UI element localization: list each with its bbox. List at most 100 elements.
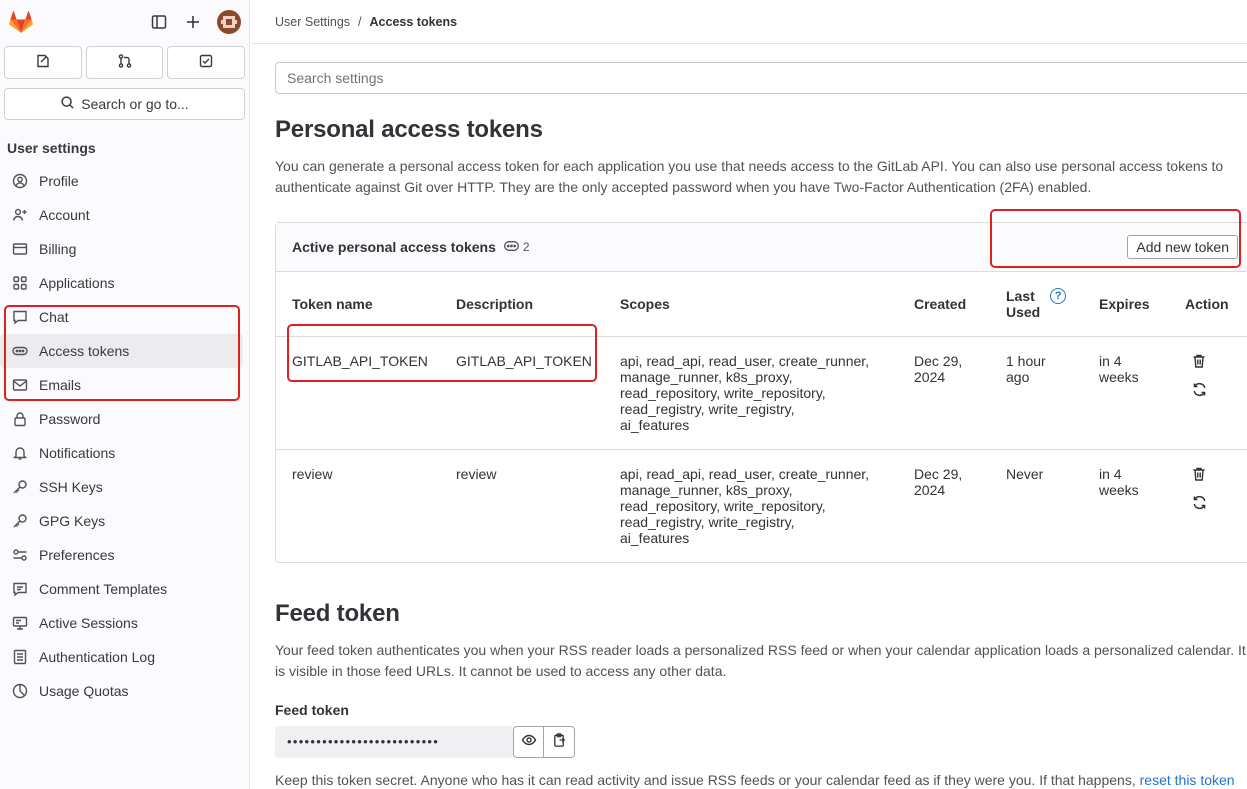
column-header-created[interactable]: Created (898, 272, 990, 337)
sidebar-item-gpg-keys[interactable]: GPG Keys (0, 504, 243, 538)
search-icon (60, 95, 75, 113)
breadcrumb-separator: / (358, 14, 362, 29)
todos-button[interactable] (167, 46, 246, 79)
created-line: 2024 (914, 368, 946, 385)
table-header-row: Token name Description Scopes Created La… (276, 272, 1247, 337)
column-header-expires[interactable]: Expires (1083, 272, 1169, 337)
column-header-token-name[interactable]: Token name (276, 272, 440, 337)
active-tokens-card: Active personal access tokens 2 Add new … (275, 222, 1247, 563)
expires-line: in 4 (1099, 465, 1122, 482)
active-tokens-header: Active personal access tokens 2 Add new … (276, 223, 1247, 272)
token-expires-cell: in 4 weeks (1083, 336, 1169, 450)
token-count-badge: 2 (503, 240, 530, 254)
sidebar-item-applications[interactable]: Applications (0, 266, 243, 300)
rotate-token-button[interactable] (1191, 494, 1247, 514)
sidebar: Search or go to... User settings Profile… (0, 0, 250, 789)
token-description-cell: review (456, 465, 497, 482)
feed-token-description: Your feed token authenticates you when y… (275, 641, 1246, 679)
scopes-line: api, read_api, read_user, create_runner, (620, 465, 870, 482)
sidebar-item-label: Notifications (39, 445, 116, 461)
expires-line: weeks (1099, 368, 1139, 385)
sidebar-item-password[interactable]: Password (0, 402, 243, 436)
applications-icon (11, 275, 28, 292)
sidebar-item-label: Authentication Log (39, 649, 155, 665)
revoke-token-button[interactable] (1191, 466, 1247, 485)
expires-line: in 4 (1099, 352, 1122, 369)
sidebar-item-label: Usage Quotas (39, 683, 129, 699)
issues-button[interactable] (4, 46, 82, 79)
help-icon[interactable]: ? (1050, 287, 1067, 304)
token-count: 2 (522, 240, 530, 254)
sidebar-item-account[interactable]: Account (0, 198, 243, 232)
breadcrumb-current: Access tokens (369, 14, 458, 29)
sidebar-item-label: Access tokens (39, 343, 130, 359)
profile-icon (11, 173, 28, 190)
breadcrumb-user-settings-link[interactable]: User Settings (275, 15, 350, 29)
scopes-line: api, read_api, read_user, create_runner, (620, 352, 870, 369)
retry-icon (1193, 382, 1206, 396)
plus-icon[interactable] (183, 12, 203, 32)
sidebar-toggle-icon[interactable] (149, 12, 169, 32)
avatar[interactable] (217, 10, 241, 34)
copy-token-button[interactable] (544, 725, 575, 758)
gitlab-logo-icon[interactable] (8, 9, 34, 35)
pat-description: You can generate a personal access token… (275, 158, 1224, 195)
sidebar-item-label: Active Sessions (39, 615, 138, 631)
column-header-scopes[interactable]: Scopes (604, 272, 898, 337)
reveal-token-button[interactable] (513, 725, 544, 758)
token-icon (11, 343, 28, 360)
trash-icon (1193, 354, 1205, 368)
billing-icon (11, 241, 28, 258)
token-last-used-cell: 1 hour ago (990, 336, 1083, 450)
column-header-action: Action (1169, 272, 1247, 337)
column-header-description[interactable]: Description (440, 272, 604, 337)
issues-icon (35, 53, 51, 72)
token-description-cell: GITLAB_API_TOKEN (440, 336, 604, 450)
todo-icon (198, 53, 214, 72)
table-row: GITLAB_API_TOKEN GITLAB_API_TOKEN api, r… (276, 336, 1247, 450)
token-last-used-cell: Never (990, 449, 1083, 562)
sidebar-item-label: Billing (39, 241, 77, 257)
sidebar-heading: User settings (7, 140, 96, 156)
sidebar-item-access-tokens[interactable]: Access tokens (0, 334, 243, 368)
copy-icon (552, 732, 567, 751)
created-line: Dec 29, (914, 352, 963, 369)
sidebar-item-active-sessions[interactable]: Active Sessions (0, 606, 243, 640)
sidebar-item-profile[interactable]: Profile (0, 164, 243, 198)
token-action-cell (1169, 336, 1247, 450)
feed-token-title: Feed token (275, 599, 400, 627)
sidebar-top-bar (0, 0, 249, 44)
last-used-line: 1 hour (1006, 352, 1046, 369)
search-settings-input[interactable]: Search settings (275, 62, 1247, 94)
merge-requests-button[interactable] (85, 46, 164, 79)
account-icon (11, 207, 28, 224)
reset-token-link[interactable]: reset this token (1140, 772, 1235, 788)
sidebar-item-chat[interactable]: Chat (0, 300, 243, 334)
created-line: Dec 29, (914, 465, 963, 482)
sidebar-item-billing[interactable]: Billing (0, 232, 243, 266)
preferences-icon (11, 547, 28, 564)
sidebar-item-comment-templates[interactable]: Comment Templates (0, 572, 243, 606)
sidebar-item-label: GPG Keys (39, 513, 106, 529)
sidebar-item-authentication-log[interactable]: Authentication Log (0, 640, 243, 674)
feed-token-label: Feed token (275, 701, 349, 718)
rotate-token-button[interactable] (1191, 381, 1247, 401)
sidebar-item-usage-quotas[interactable]: Usage Quotas (0, 674, 243, 708)
key-icon (11, 479, 28, 496)
search-or-go-to-button[interactable]: Search or go to... (4, 88, 245, 120)
add-new-token-button[interactable]: Add new token (1127, 235, 1238, 259)
comment-icon (11, 581, 28, 598)
column-header-last-used[interactable]: Last Used ? (990, 272, 1083, 337)
sidebar-item-notifications[interactable]: Notifications (0, 436, 243, 470)
quota-icon (11, 683, 28, 700)
log-icon (11, 649, 28, 666)
scopes-line: read_registry, write_registry, (620, 400, 795, 417)
sidebar-item-preferences[interactable]: Preferences (0, 538, 243, 572)
sidebar-item-emails[interactable]: Emails (0, 368, 243, 402)
revoke-token-button[interactable] (1191, 353, 1247, 372)
created-line: 2024 (914, 481, 946, 498)
sidebar-item-ssh-keys[interactable]: SSH Keys (0, 470, 243, 504)
feed-token-note-text: Keep this token secret. Anyone who has i… (275, 771, 1136, 788)
feed-token-input[interactable]: •••••••••••••••••••••••••• (275, 725, 513, 758)
retry-icon (1193, 495, 1206, 509)
